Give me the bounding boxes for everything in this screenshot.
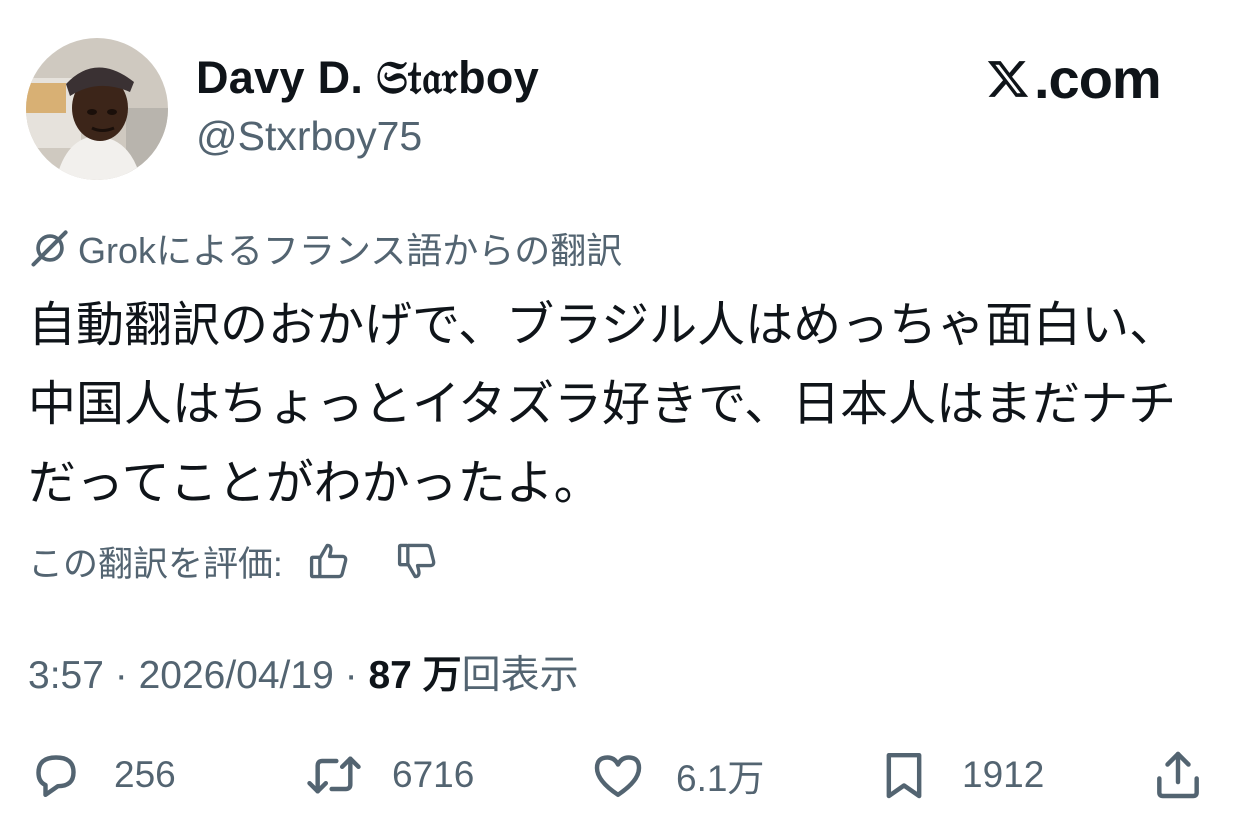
thumbs-down-button[interactable] [393, 537, 441, 585]
like-count: 6.1万 [676, 758, 765, 799]
repost-icon [307, 756, 361, 794]
meta-separator: · [333, 654, 369, 697]
repost-count: 6716 [392, 754, 475, 795]
meta-separator: · [103, 654, 139, 697]
site-badge: .com [986, 46, 1162, 111]
translation-label: Grokによるフランス語からの翻訳 [78, 230, 623, 271]
thumbs-up-icon [309, 543, 348, 579]
heart-icon [594, 755, 642, 798]
share-button[interactable] [1150, 740, 1206, 810]
repost-button[interactable]: 6716 [306, 740, 474, 810]
reply-count: 256 [114, 754, 176, 795]
tweet-time[interactable]: 3:57 [28, 654, 104, 697]
rate-translation: この翻訳を評価: [28, 535, 441, 587]
translation-notice: Grokによるフランス語からの翻訳 [28, 222, 622, 274]
rate-label: この翻訳を評価: [28, 544, 283, 584]
tweet-date[interactable]: 2026/04/19 [139, 654, 334, 697]
reply-icon [36, 755, 76, 798]
views-label: 回表示 [461, 654, 579, 697]
reply-button[interactable]: 256 [28, 740, 176, 810]
views-count: 87 万 [368, 654, 462, 697]
author-avatar[interactable] [26, 38, 168, 180]
bookmark-button[interactable]: 1912 [876, 740, 1044, 810]
site-domain: .com [1034, 47, 1162, 110]
bookmark-count: 1912 [962, 754, 1045, 795]
share-icon [1157, 751, 1199, 799]
x-logo-icon [987, 60, 1029, 97]
thumbs-up-button[interactable] [305, 537, 353, 585]
tweet-actions: 256 6716 6.1万 1912 [0, 740, 1242, 810]
author-display-name[interactable]: Davy D. 𝔖𝔱𝔞𝔯boy [196, 52, 539, 105]
grok-icon [31, 230, 68, 267]
tweet-text: 自動翻訳のおかげで、ブラジル人はめっちゃ面白い、中国人はちょっとイタズラ好きで、… [28, 299, 1178, 510]
bookmark-icon [886, 752, 922, 799]
author-handle[interactable]: @Stxrboy75 [196, 113, 422, 160]
thumbs-down-icon [397, 543, 436, 579]
tweet-meta: 3:57 · 2026/04/19 · 87 万回表示 [28, 644, 579, 700]
like-button[interactable]: 6.1万 [590, 740, 764, 810]
